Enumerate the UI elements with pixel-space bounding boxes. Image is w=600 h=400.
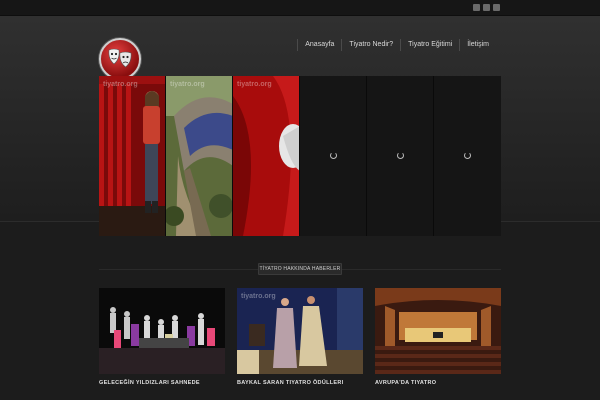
loading-spinner-icon xyxy=(330,152,337,159)
site-logo[interactable] xyxy=(99,38,141,80)
slider-slice-red-fabric: tiyatro.org xyxy=(233,76,300,236)
slider-watermark: tiyatro.org xyxy=(237,81,272,88)
news-thumbnail[interactable]: tiyatro.org xyxy=(237,288,363,374)
social-links xyxy=(473,4,500,11)
rss-icon[interactable] xyxy=(473,4,480,11)
loading-spinner-icon xyxy=(397,152,404,159)
slider-slice-loading xyxy=(300,76,367,236)
main-nav: Anasayfa Tiyatro Nedir? Tiyatro Eğitimi … xyxy=(297,38,496,52)
slider-slice-loading xyxy=(434,76,501,236)
news-title[interactable]: GELECEĞİN YILDIZLARI SAHNEDE xyxy=(99,380,225,386)
slider-slice-amphitheatre: tiyatro.org xyxy=(166,76,233,236)
nav-item-iletisim[interactable]: İletişim xyxy=(459,39,496,51)
section-title: TİYATRO HAKKINDA HABERLER xyxy=(258,263,342,275)
news-thumbnail[interactable] xyxy=(99,288,225,374)
news-item[interactable]: GELECEĞİN YILDIZLARI SAHNEDE xyxy=(99,288,225,386)
slider-slice-curtain: tiyatro.org xyxy=(99,76,166,236)
nav-item-tiyatro-nedir[interactable]: Tiyatro Nedir? xyxy=(341,39,400,51)
news-thumbnail[interactable] xyxy=(375,288,501,374)
news-title[interactable]: BAYKAL SARAN TIYATRO ÖDÜLLERI xyxy=(237,380,363,386)
news-item[interactable]: AVRUPA'DA TIYATRO xyxy=(375,288,501,386)
slider-watermark: tiyatro.org xyxy=(170,81,205,88)
theatre-masks-icon xyxy=(108,48,132,68)
top-bar xyxy=(0,0,600,16)
slider-slice-loading xyxy=(367,76,434,236)
thumbnail-watermark: tiyatro.org xyxy=(241,293,276,300)
news-item[interactable]: tiyatro.org BAYKAL SARAN TIYATRO ÖDÜLLER… xyxy=(237,288,363,386)
facebook-icon[interactable] xyxy=(483,4,490,11)
nav-item-anasayfa[interactable]: Anasayfa xyxy=(297,39,341,51)
twitter-icon[interactable] xyxy=(493,4,500,11)
image-slider[interactable]: tiyatro.org tiyatro.org tiyatro.org xyxy=(99,76,501,236)
news-title[interactable]: AVRUPA'DA TIYATRO xyxy=(375,380,501,386)
nav-item-tiyatro-egitimi[interactable]: Tiyatro Eğitimi xyxy=(400,39,459,51)
loading-spinner-icon xyxy=(464,152,471,159)
slider-watermark: tiyatro.org xyxy=(103,81,138,88)
